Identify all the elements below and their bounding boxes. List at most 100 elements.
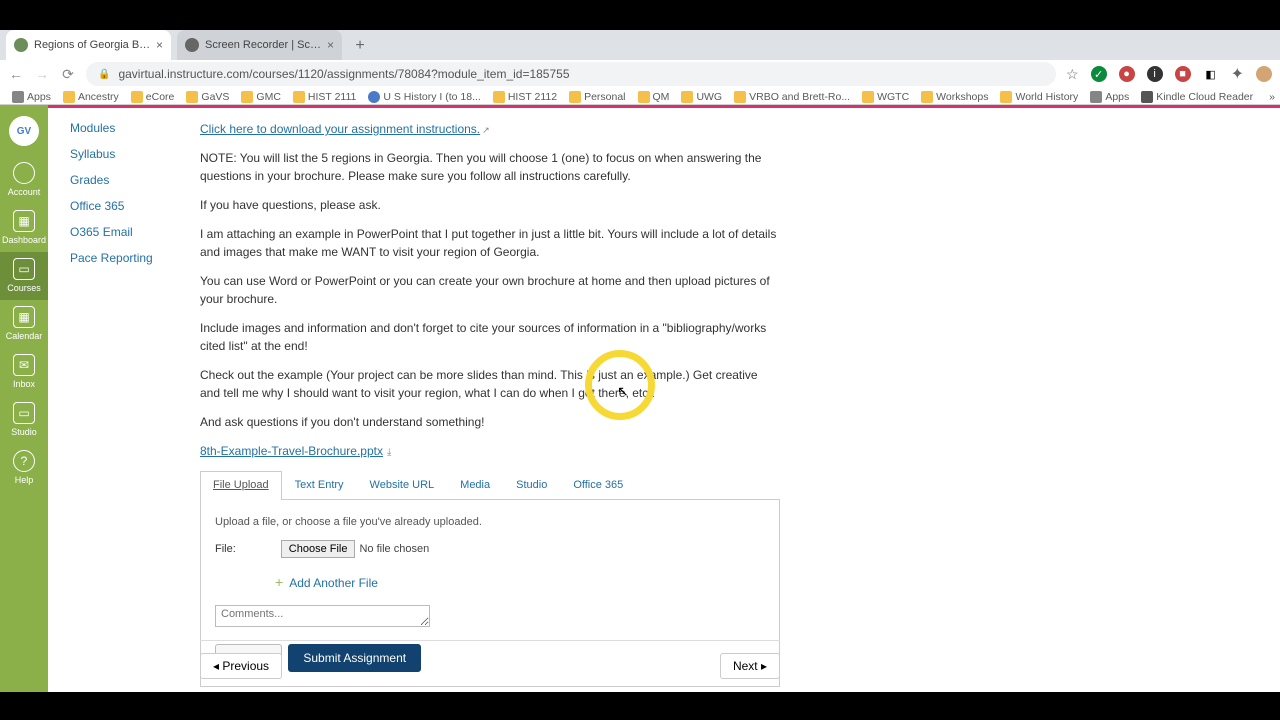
bookmark-item[interactable]: VRBO and Brett-Ro... <box>730 91 854 103</box>
nav-calendar[interactable]: ▦Calendar <box>0 300 48 348</box>
folder-icon <box>368 91 380 103</box>
bookmark-item[interactable]: HIST 2111 <box>289 91 360 103</box>
bookmark-item[interactable]: HIST 2112 <box>489 91 561 103</box>
folder-icon <box>63 91 75 103</box>
profile-avatar[interactable] <box>1256 66 1272 82</box>
module-nav: ◂ Previous Next ▸ <box>200 640 780 679</box>
nav-logo[interactable]: GV <box>0 110 48 156</box>
nav-studio[interactable]: ▭Studio <box>0 396 48 444</box>
nav-inbox[interactable]: ✉Inbox <box>0 348 48 396</box>
add-another-file-link[interactable]: + Add Another File <box>275 572 765 593</box>
bookmark-item[interactable]: Apps <box>1086 91 1133 103</box>
user-icon <box>13 162 35 184</box>
extension-icon[interactable]: ◧ <box>1203 66 1219 82</box>
comments-input[interactable] <box>215 605 430 627</box>
download-instructions-link[interactable]: Click here to download your assignment i… <box>200 122 480 136</box>
global-nav: GV Account ▦Dashboard ▭Courses ▦Calendar… <box>0 105 48 720</box>
extensions-puzzle-icon[interactable]: ✦ <box>1231 64 1244 84</box>
courses-icon: ▭ <box>13 258 35 280</box>
extension-icon[interactable]: ■ <box>1175 66 1191 82</box>
close-tab-icon[interactable]: × <box>156 38 163 52</box>
bookmark-item[interactable]: World History <box>996 91 1082 103</box>
bookmark-item[interactable]: Kindle Cloud Reader <box>1137 91 1257 103</box>
folder-icon <box>862 91 874 103</box>
apps-icon <box>12 91 24 103</box>
tab-studio[interactable]: Studio <box>503 471 560 499</box>
file-status: No file chosen <box>359 543 429 555</box>
new-tab-button[interactable]: + <box>348 34 372 58</box>
bookmark-item[interactable]: Personal <box>565 91 629 103</box>
extension-icon[interactable]: ● <box>1119 66 1135 82</box>
back-button[interactable]: ← <box>8 66 24 82</box>
forward-button[interactable]: → <box>34 66 50 82</box>
nav-account[interactable]: Account <box>0 156 48 204</box>
bookmark-item[interactable]: eCore <box>127 91 179 103</box>
bookmark-item[interactable]: Workshops <box>917 91 992 103</box>
tab-file-upload[interactable]: File Upload <box>200 471 282 500</box>
assignment-text: Include images and information and don't… <box>200 319 780 355</box>
nav-syllabus[interactable]: Syllabus <box>60 141 190 167</box>
reload-button[interactable]: ⟳ <box>60 66 76 83</box>
bookmark-item[interactable]: GMC <box>237 91 285 103</box>
tab-office365[interactable]: Office 365 <box>560 471 636 499</box>
browser-tab-active[interactable]: Regions of Georgia Brochure As × <box>6 30 171 60</box>
nav-courses[interactable]: ▭Courses <box>0 252 48 300</box>
nav-office365[interactable]: Office 365 <box>60 193 190 219</box>
nav-o365-email[interactable]: O365 Email <box>60 219 190 245</box>
next-button[interactable]: Next ▸ <box>720 653 780 679</box>
assignment-text: You can use Word or PowerPoint or you ca… <box>200 272 780 308</box>
assignment-text: I am attaching an example in PowerPoint … <box>200 225 780 261</box>
folder-icon <box>186 91 198 103</box>
tab-text-entry[interactable]: Text Entry <box>282 471 357 499</box>
address-bar: ← → ⟳ 🔒 gavirtual.instructure.com/course… <box>0 60 1280 88</box>
bookmark-item[interactable]: WGTC <box>858 91 913 103</box>
studio-icon: ▭ <box>13 402 35 424</box>
assignment-text: And ask questions if you don't understan… <box>200 413 780 431</box>
folder-icon <box>493 91 505 103</box>
nav-grades[interactable]: Grades <box>60 167 190 193</box>
favicon-icon <box>14 38 28 52</box>
apps-icon <box>1090 91 1102 103</box>
plus-icon: + <box>275 572 283 593</box>
previous-button[interactable]: ◂ Previous <box>200 653 282 679</box>
course-nav: Modules Syllabus Grades Office 365 O365 … <box>60 115 190 271</box>
nav-modules[interactable]: Modules <box>60 115 190 141</box>
help-icon: ? <box>13 450 35 472</box>
tab-title: Screen Recorder | Screencast-O <box>205 39 323 51</box>
folder-icon <box>293 91 305 103</box>
browser-tab-inactive[interactable]: Screen Recorder | Screencast-O × <box>177 30 342 60</box>
bookmark-overflow[interactable]: » <box>1265 91 1279 103</box>
folder-icon <box>681 91 693 103</box>
bookmark-apps[interactable]: Apps <box>8 91 55 103</box>
lock-icon: 🔒 <box>98 69 110 80</box>
tab-website-url[interactable]: Website URL <box>357 471 448 499</box>
extension-icon[interactable]: ✓ <box>1091 66 1107 82</box>
url-text: gavirtual.instructure.com/courses/1120/a… <box>118 67 569 81</box>
bookmark-item[interactable]: UWG <box>677 91 726 103</box>
nav-dashboard[interactable]: ▦Dashboard <box>0 204 48 252</box>
attachment-link[interactable]: 8th-Example-Travel-Brochure.pptx <box>200 444 383 458</box>
bookmark-item[interactable]: GaVS <box>182 91 233 103</box>
tab-strip: Regions of Georgia Brochure As × Screen … <box>0 30 1280 60</box>
external-link-icon: ↗ <box>482 124 492 134</box>
nav-pace-reporting[interactable]: Pace Reporting <box>60 245 190 271</box>
inbox-icon: ✉ <box>13 354 35 376</box>
choose-file-button[interactable]: Choose File <box>281 540 356 558</box>
url-input[interactable]: 🔒 gavirtual.instructure.com/courses/1120… <box>86 62 1056 86</box>
tab-media[interactable]: Media <box>447 471 503 499</box>
assignment-content: Click here to download your assignment i… <box>200 120 780 687</box>
bookmark-item[interactable]: U S History I (to 18... <box>364 91 484 103</box>
tab-title: Regions of Georgia Brochure As <box>34 39 152 51</box>
bookmark-item[interactable]: Ancestry <box>59 91 123 103</box>
bookmark-item[interactable]: QM <box>634 91 674 103</box>
folder-icon <box>734 91 746 103</box>
folder-icon <box>241 91 253 103</box>
extension-icon[interactable]: i <box>1147 66 1163 82</box>
dashboard-icon: ▦ <box>13 210 35 232</box>
folder-icon <box>131 91 143 103</box>
close-tab-icon[interactable]: × <box>327 38 334 52</box>
favicon-icon <box>185 38 199 52</box>
school-logo-icon: GV <box>9 116 39 146</box>
bookmark-star-icon[interactable]: ☆ <box>1066 66 1079 83</box>
nav-help[interactable]: ?Help <box>0 444 48 492</box>
